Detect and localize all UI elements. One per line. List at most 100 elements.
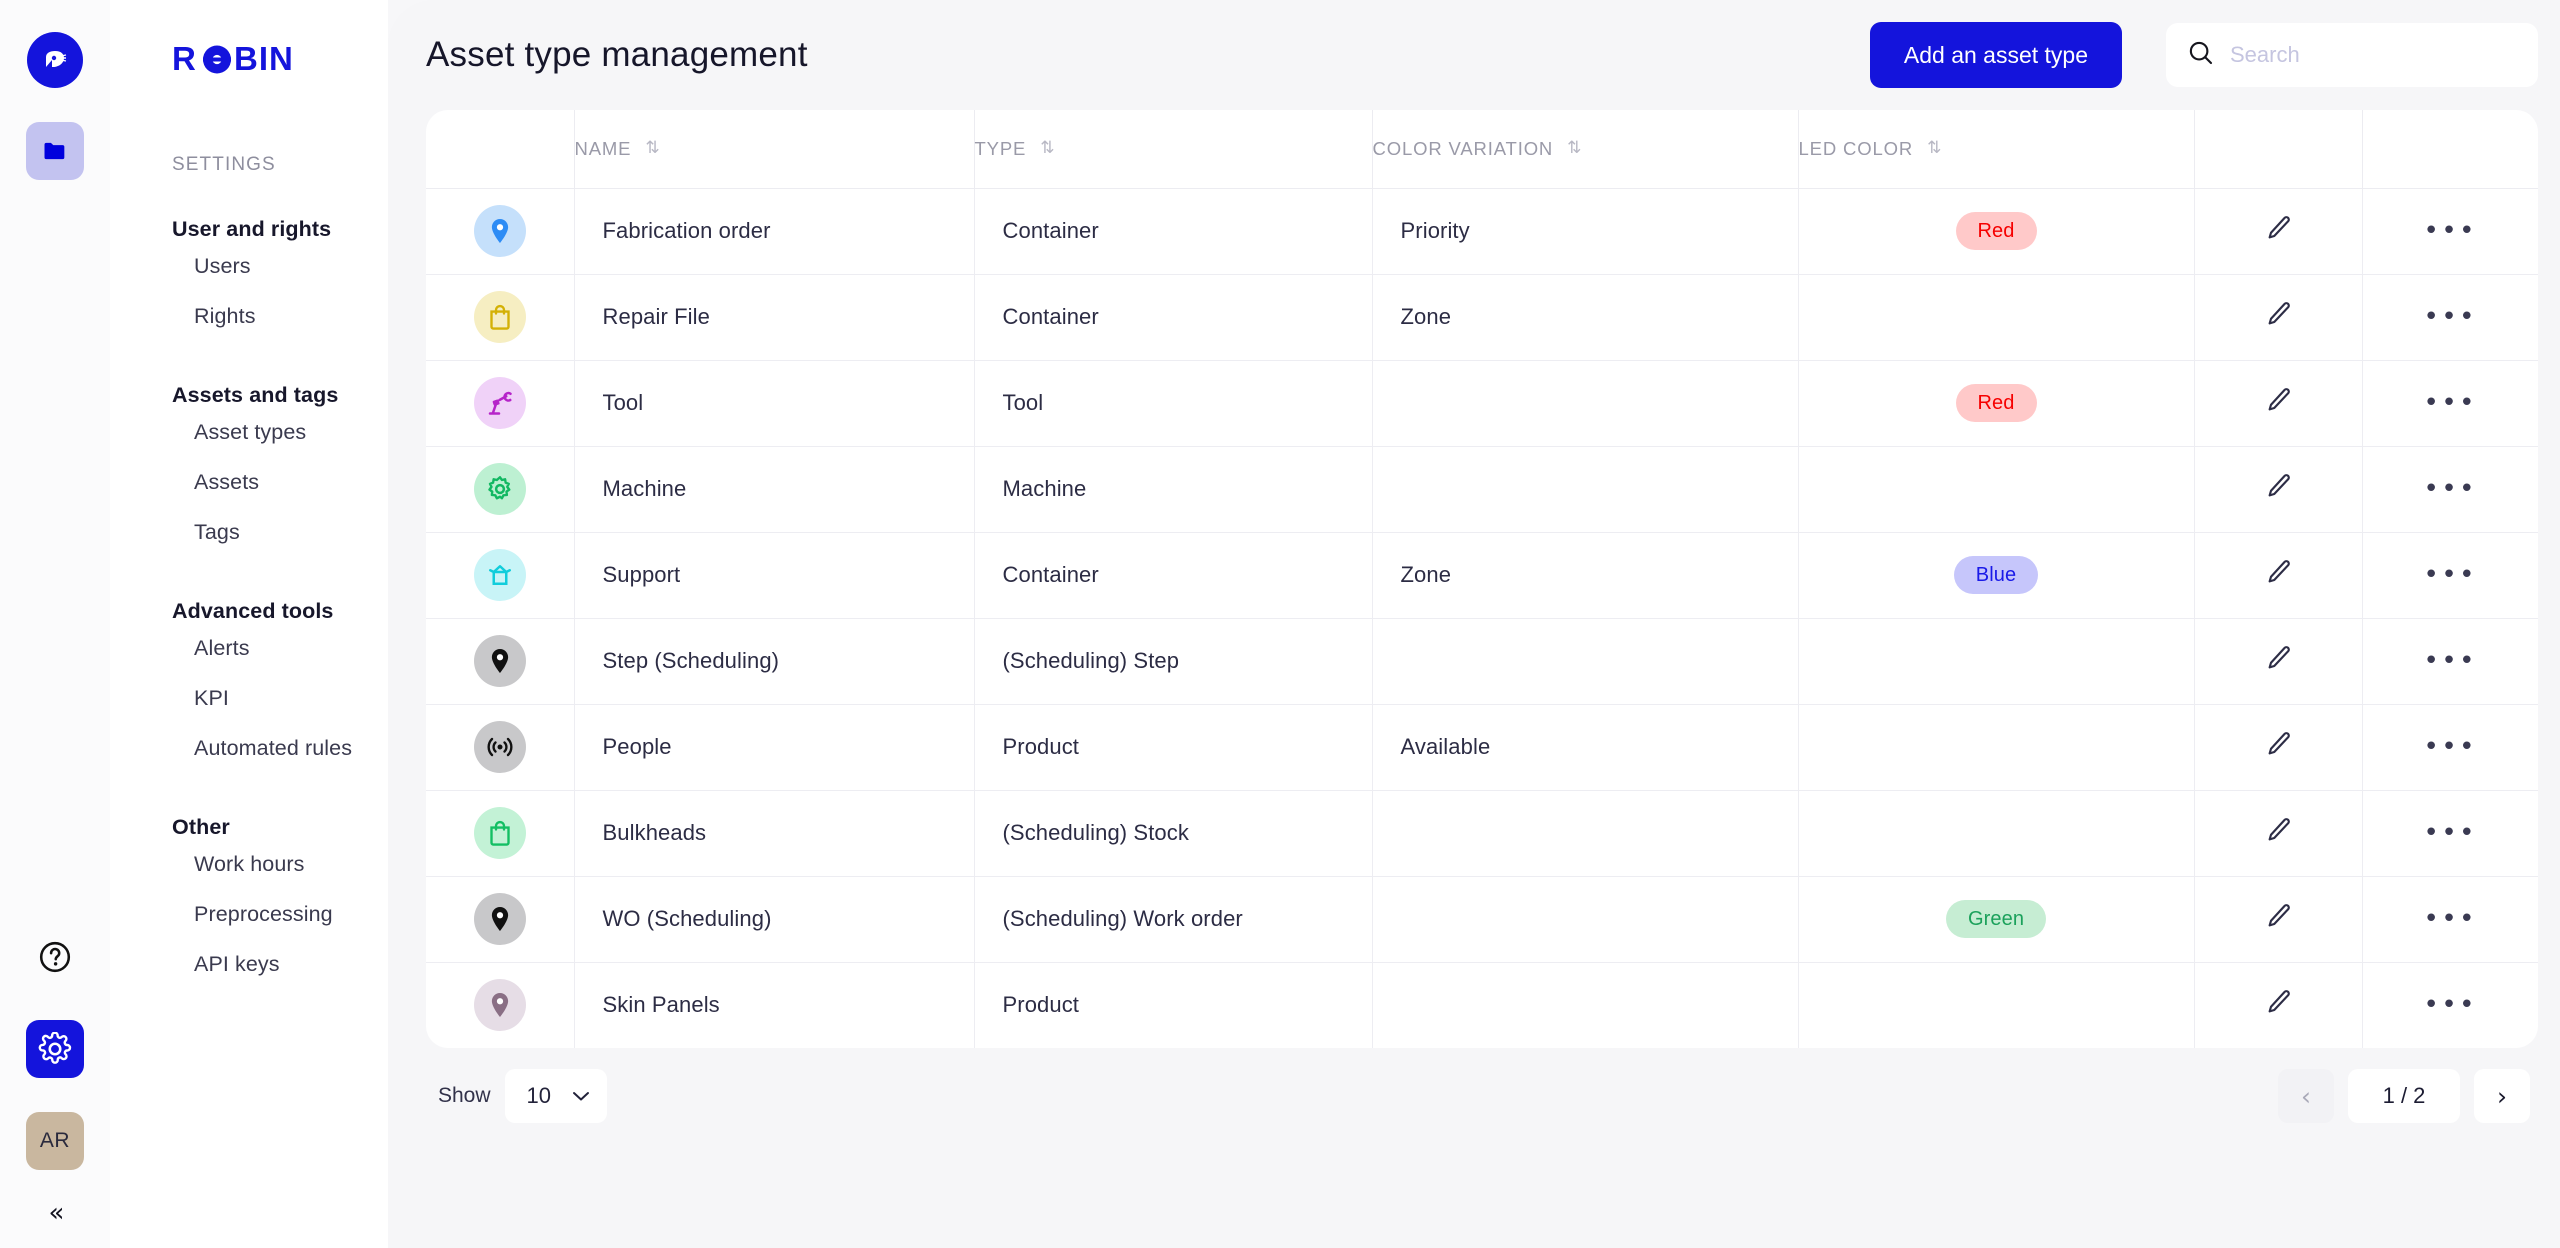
- more-options-icon[interactable]: •••: [2423, 560, 2477, 590]
- cell-edit[interactable]: [2194, 274, 2363, 361]
- more-options-icon[interactable]: •••: [2423, 646, 2477, 676]
- table-row[interactable]: WO (Scheduling) (Scheduling) Work order Gr…: [426, 876, 2538, 963]
- sidebar-item-tags[interactable]: Tags: [194, 508, 388, 558]
- gear-icon[interactable]: [26, 1020, 84, 1078]
- cell-more[interactable]: •••: [2362, 360, 2538, 447]
- table-row[interactable]: Repair File Container Zone •••: [426, 274, 2538, 361]
- cell-more[interactable]: •••: [2362, 618, 2538, 705]
- pencil-icon[interactable]: [2263, 901, 2293, 931]
- cell-led-color: [1798, 618, 2195, 705]
- pencil-icon[interactable]: [2263, 729, 2293, 759]
- cell-led-color: [1798, 704, 2195, 791]
- more-options-icon[interactable]: •••: [2423, 388, 2477, 418]
- cell-more[interactable]: •••: [2362, 446, 2538, 533]
- cell-more[interactable]: •••: [2362, 790, 2538, 877]
- sidebar-item-assets[interactable]: Assets: [194, 458, 388, 508]
- page-indicator: 1 / 2: [2348, 1069, 2460, 1123]
- cell-more[interactable]: •••: [2362, 962, 2538, 1048]
- col-header-led-color[interactable]: LED COLOR ⇅: [1798, 110, 2195, 189]
- more-options-icon[interactable]: •••: [2423, 732, 2477, 762]
- cell-edit[interactable]: [2194, 962, 2363, 1048]
- sidebar-item-automated-rules[interactable]: Automated rules: [194, 724, 388, 774]
- row-icon-cell: [426, 446, 575, 533]
- cell-edit[interactable]: [2194, 704, 2363, 791]
- col-header-color-variation[interactable]: COLOR VARIATION ⇅: [1372, 110, 1799, 189]
- cell-more[interactable]: •••: [2362, 188, 2538, 275]
- cell-type: Machine: [974, 446, 1373, 533]
- sort-icon[interactable]: ⇅: [645, 140, 660, 157]
- cell-edit[interactable]: [2194, 360, 2363, 447]
- sidebar-item-users[interactable]: Users: [194, 242, 388, 292]
- more-options-icon[interactable]: •••: [2423, 216, 2477, 246]
- table-row[interactable]: Fabrication order Container Priority Red •••: [426, 188, 2538, 275]
- more-options-icon[interactable]: •••: [2423, 818, 2477, 848]
- help-icon[interactable]: [26, 928, 84, 986]
- sidebar-item-api-keys[interactable]: API keys: [194, 940, 388, 990]
- svg-text:BIN: BIN: [234, 42, 294, 76]
- cell-more[interactable]: •••: [2362, 704, 2538, 791]
- sidebar-group-title: Assets and tags: [172, 383, 339, 407]
- pencil-icon[interactable]: [2263, 385, 2293, 415]
- add-asset-type-button[interactable]: Add an asset type: [1869, 22, 2122, 88]
- cell-edit[interactable]: [2194, 188, 2363, 275]
- more-options-icon[interactable]: •••: [2423, 474, 2477, 504]
- cell-color-variation: Zone: [1372, 274, 1799, 361]
- cell-edit[interactable]: [2194, 446, 2363, 533]
- cell-led-color: Blue: [1798, 532, 2195, 619]
- cell-edit[interactable]: [2194, 790, 2363, 877]
- sidebar-item-preprocessing[interactable]: Preprocessing: [194, 890, 388, 940]
- cell-more[interactable]: •••: [2362, 532, 2538, 619]
- sidebar-item-rights[interactable]: Rights: [194, 292, 388, 342]
- prev-page-button[interactable]: ‹: [2278, 1069, 2334, 1123]
- more-options-icon[interactable]: •••: [2423, 302, 2477, 332]
- pencil-icon[interactable]: [2263, 299, 2293, 329]
- support-icon: [473, 549, 526, 601]
- sidebar-item-alerts[interactable]: Alerts: [194, 624, 388, 674]
- row-icon-cell: [426, 962, 575, 1048]
- cell-edit[interactable]: [2194, 876, 2363, 963]
- page-size-value: 10: [526, 1083, 552, 1108]
- folder-icon[interactable]: [26, 122, 84, 180]
- sidebar-item-work-hours[interactable]: Work hours: [194, 840, 388, 890]
- avatar[interactable]: AR: [26, 1112, 84, 1170]
- col-header-name[interactable]: NAME ⇅: [574, 110, 975, 189]
- cell-color-variation: [1372, 790, 1799, 877]
- cell-led-color: [1798, 790, 2195, 877]
- next-page-button[interactable]: ›: [2474, 1069, 2530, 1123]
- cell-type: Container: [974, 532, 1373, 619]
- table-row[interactable]: Support Container Zone Blue •••: [426, 532, 2538, 619]
- sidebar-group-title: Advanced tools: [172, 599, 334, 623]
- collapse-sidebar-icon[interactable]: «: [49, 1200, 65, 1226]
- sort-icon[interactable]: ⇅: [1040, 140, 1055, 157]
- table-row[interactable]: Machine Machine •••: [426, 446, 2538, 533]
- pencil-icon[interactable]: [2263, 471, 2293, 501]
- app-logo-icon: [27, 32, 83, 88]
- row-icon-cell: [426, 360, 575, 447]
- pencil-icon[interactable]: [2263, 815, 2293, 845]
- pencil-icon[interactable]: [2263, 987, 2293, 1017]
- cell-more[interactable]: •••: [2362, 876, 2538, 963]
- col-header-type[interactable]: TYPE ⇅: [974, 110, 1373, 189]
- sidebar-item-asset-types[interactable]: Asset types: [194, 408, 388, 458]
- table-row[interactable]: Skin Panels Product •••: [426, 962, 2538, 1048]
- more-options-icon[interactable]: •••: [2423, 990, 2477, 1020]
- sidebar-item-kpi[interactable]: KPI: [194, 674, 388, 724]
- pencil-icon[interactable]: [2263, 213, 2293, 243]
- pencil-icon[interactable]: [2263, 643, 2293, 673]
- pencil-icon[interactable]: [2263, 557, 2293, 587]
- sort-icon[interactable]: ⇅: [1567, 140, 1582, 157]
- search-box[interactable]: [2166, 23, 2538, 87]
- table-row[interactable]: Tool Tool Red •••: [426, 360, 2538, 447]
- cell-more[interactable]: •••: [2362, 274, 2538, 361]
- table-row[interactable]: Step (Scheduling) (Scheduling) Step •••: [426, 618, 2538, 705]
- cell-color-variation: [1372, 446, 1799, 533]
- more-options-icon[interactable]: •••: [2423, 904, 2477, 934]
- table-row[interactable]: Bulkheads (Scheduling) Stock •••: [426, 790, 2538, 877]
- page-size-select[interactable]: 10: [504, 1069, 608, 1123]
- cell-edit[interactable]: [2194, 532, 2363, 619]
- table-row[interactable]: People Product Available •••: [426, 704, 2538, 791]
- led-color-badge: Green: [1945, 900, 2047, 938]
- cell-edit[interactable]: [2194, 618, 2363, 705]
- search-input[interactable]: [2230, 42, 2518, 68]
- sort-icon[interactable]: ⇅: [1927, 140, 1942, 157]
